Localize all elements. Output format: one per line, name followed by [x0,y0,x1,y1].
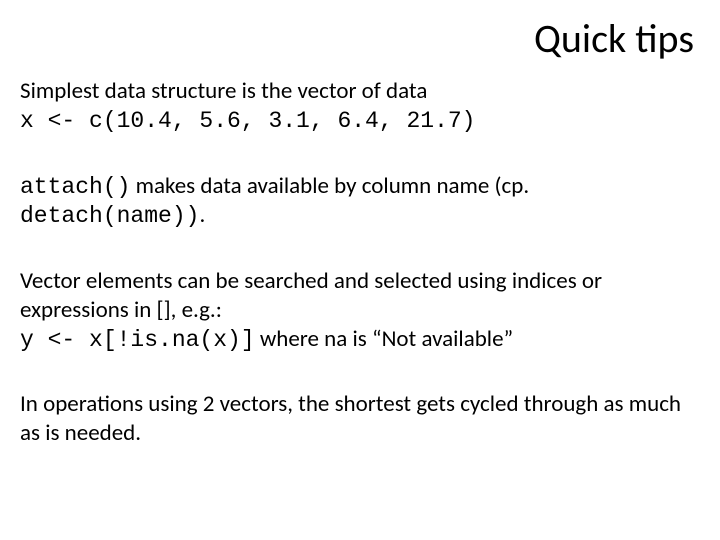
slide-body: Simplest data structure is the vector of… [20,77,700,448]
slide: Quick tips Simplest data structure is th… [0,0,720,540]
p3-text-2: where na is “Not available” [255,325,514,353]
paragraph-3: Vector elements can be searched and sele… [20,267,700,354]
p3-code: y <- x[!is.na(x)] [20,327,255,353]
paragraph-4: In operations using 2 vectors, the short… [20,390,700,448]
paragraph-1: Simplest data structure is the vector of… [20,77,700,136]
slide-title: Quick tips [20,14,694,63]
p2-text-2: . [199,201,205,229]
p3-text-1: Vector elements can be searched and sele… [20,267,602,324]
p2-code-attach: attach() [20,174,130,200]
paragraph-2: attach() makes data available by column … [20,172,700,232]
p2-text-1: makes data available by column name (cp. [130,172,529,200]
p1-text: Simplest data structure is the vector of… [20,77,427,105]
p1-code: x <- c(10.4, 5.6, 3.1, 6.4, 21.7) [20,108,475,134]
p4-text: In operations using 2 vectors, the short… [20,390,681,447]
p2-code-detach: detach(name)) [20,203,199,229]
